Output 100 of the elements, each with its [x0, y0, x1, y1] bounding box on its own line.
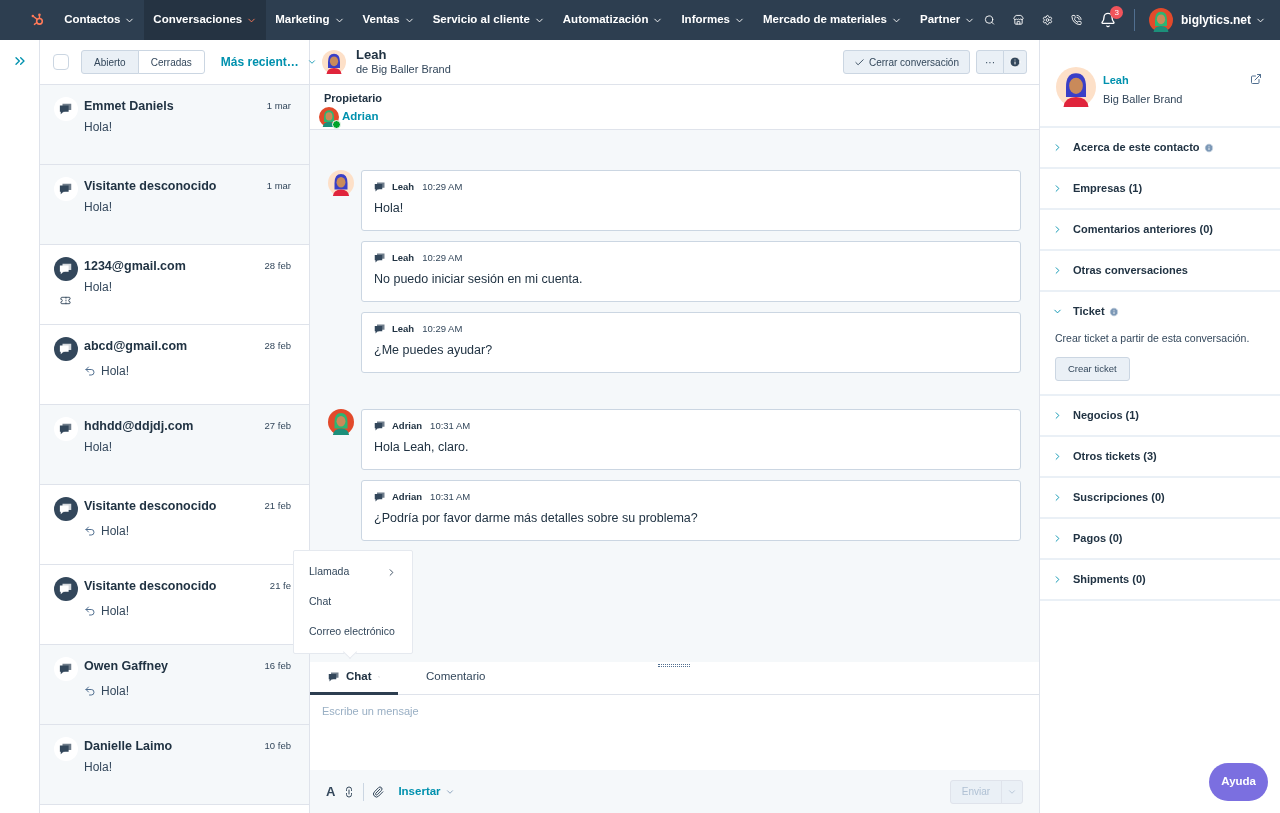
message-time: 10:29 AM [422, 322, 463, 336]
section-header[interactable]: Suscripciones (0) [1040, 477, 1280, 517]
check-icon [853, 56, 865, 68]
create-ticket-button[interactable]: Crear ticket [1055, 356, 1130, 381]
select-all-checkbox[interactable] [53, 54, 69, 70]
contact-name: Emmet Daniels [84, 98, 174, 115]
contact-link[interactable]: Leah [1103, 74, 1183, 88]
contact-name: Visitante desconocido [84, 578, 217, 595]
conversation-item[interactable]: hdhdd@ddjdj.com 27 feb Hola! [40, 405, 309, 485]
chat-bubble-icon [58, 502, 73, 516]
conversation-date: 1 mar [266, 179, 291, 193]
message-time: 10:29 AM [422, 180, 463, 194]
section-header[interactable]: Empresas (1) [1040, 169, 1280, 208]
message-time: 10:31 AM [430, 490, 471, 504]
close-conversation-button[interactable]: Cerrar conversación [842, 50, 970, 74]
nav-item[interactable]: Informes [672, 0, 754, 40]
message-author: Adrian [392, 419, 423, 433]
nav-item[interactable]: Contactos [55, 0, 145, 40]
conversation-item[interactable]: Owen Gaffney 16 feb Hola! [40, 645, 309, 725]
message-preview: Hola! [84, 278, 112, 296]
contact-name: Visitante desconocido [84, 498, 217, 515]
contact-name: Visitante desconocido [84, 178, 217, 195]
insert-dropdown[interactable]: Insertar [398, 782, 455, 801]
chat-bubble-icon [58, 662, 73, 676]
chat-bubble-icon [374, 491, 386, 504]
section-header[interactable]: Acerca de este contacto [1040, 128, 1280, 167]
section-header[interactable]: Otras conversaciones [1040, 251, 1280, 290]
nav-item[interactable]: Ventas [353, 0, 424, 40]
chat-bubble-icon [374, 420, 386, 433]
resize-handle[interactable] [658, 664, 690, 667]
chat-bubble-icon [374, 181, 386, 194]
message-preview: Hola! [101, 602, 129, 620]
chat-bubble-icon [58, 582, 73, 596]
message-author: Leah [392, 180, 415, 194]
message-author: Leah [392, 322, 415, 336]
chat-bubble-icon [58, 422, 73, 436]
chat-bubble-icon [374, 252, 386, 265]
message-author: Leah [392, 251, 415, 265]
settings-icon[interactable] [1042, 12, 1054, 28]
section-header[interactable]: Otros tickets (3) [1040, 436, 1280, 476]
status-filter-tab[interactable]: Cerradas [137, 50, 205, 74]
section-header[interactable]: Ticket [1040, 292, 1280, 331]
search-icon[interactable] [984, 12, 996, 28]
info-button[interactable] [1003, 50, 1027, 74]
message-preview: Hola! [84, 438, 112, 456]
composer-tab[interactable]: Comentario [408, 662, 504, 695]
conversation-date: 27 feb [264, 419, 291, 433]
nav-item[interactable]: Servicio al cliente [423, 0, 554, 40]
section-header[interactable]: Comentarios anteriores (0) [1040, 210, 1280, 249]
notification-count: 3 [1110, 6, 1124, 19]
external-link-icon[interactable] [1250, 73, 1262, 85]
help-button[interactable]: Ayuda [1209, 763, 1268, 801]
message-author: Adrian [392, 490, 423, 504]
info-icon [1009, 56, 1021, 68]
contact-avatar [322, 50, 346, 74]
section-header[interactable]: Shipments (0) [1040, 559, 1280, 599]
message-text: ¿Podría por favor darme más detalles sobre su problema? [374, 510, 699, 528]
chat-bubble-icon [374, 323, 386, 336]
nav-item[interactable]: Mercado de materiales [754, 0, 911, 40]
sort-dropdown[interactable]: Más recient… [220, 53, 317, 71]
message-text: No puedo iniciar sesión en mi cuenta. [374, 271, 584, 289]
chat-bubble-icon [328, 671, 340, 683]
chat-bubble-icon [58, 742, 73, 756]
conversation-item[interactable]: Visitante desconocido 1 mar Hola! [40, 165, 309, 245]
message-preview: Hola! [101, 362, 129, 380]
message-preview: Hola! [101, 522, 129, 540]
chat-bubble-icon [58, 182, 73, 196]
chat-bubble-icon [58, 102, 73, 116]
conversation-item[interactable]: Emmet Daniels 1 mar Hola! [40, 85, 309, 165]
thread-contact-name: Leah [356, 47, 388, 64]
section-header[interactable]: Negocios (1) [1040, 395, 1280, 435]
message-time: 10:31 AM [430, 419, 471, 433]
contact-name: hdhdd@ddjdj.com [84, 418, 194, 435]
conversation-date: 10 feb [264, 739, 291, 753]
message-preview: Hola! [84, 118, 112, 136]
phone-icon[interactable] [1071, 12, 1083, 28]
nav-item[interactable]: Conversaciones [144, 0, 267, 40]
nav-item[interactable]: Marketing [266, 0, 354, 40]
thread-company: de Big Baller Brand [356, 63, 451, 77]
account-menu[interactable]: biglytics.net [1181, 11, 1266, 29]
contact-name: Owen Gaffney [84, 658, 169, 675]
message-time: 10:29 AM [422, 251, 463, 265]
attachment-icon[interactable] [372, 785, 385, 798]
text-format-button[interactable]: A [326, 781, 336, 802]
notifications-icon[interactable] [1100, 12, 1117, 28]
owner-avatar [319, 106, 339, 127]
nav-item[interactable]: Automatización [553, 0, 673, 40]
message-text: Hola Leah, claro. [374, 439, 470, 457]
more-button[interactable]: ··· [976, 50, 1004, 74]
message-text: ¿Me puedes ayudar? [374, 342, 494, 360]
nav-item[interactable]: Partner [911, 0, 985, 40]
conversation-date: 21 fe [269, 579, 291, 593]
conversation-item[interactable]: Danielle Laimo 10 feb Hola! [40, 725, 309, 805]
conversation-date: 28 feb [264, 339, 291, 353]
section-header[interactable]: Pagos (0) [1040, 518, 1280, 558]
message-text: Hola! [374, 200, 405, 218]
contact-name: abcd@gmail.com [84, 338, 188, 355]
owner-name[interactable]: Adrian [342, 107, 379, 126]
status-filter-tab[interactable]: Abierto [81, 50, 139, 74]
marketplace-icon[interactable] [1013, 12, 1025, 28]
